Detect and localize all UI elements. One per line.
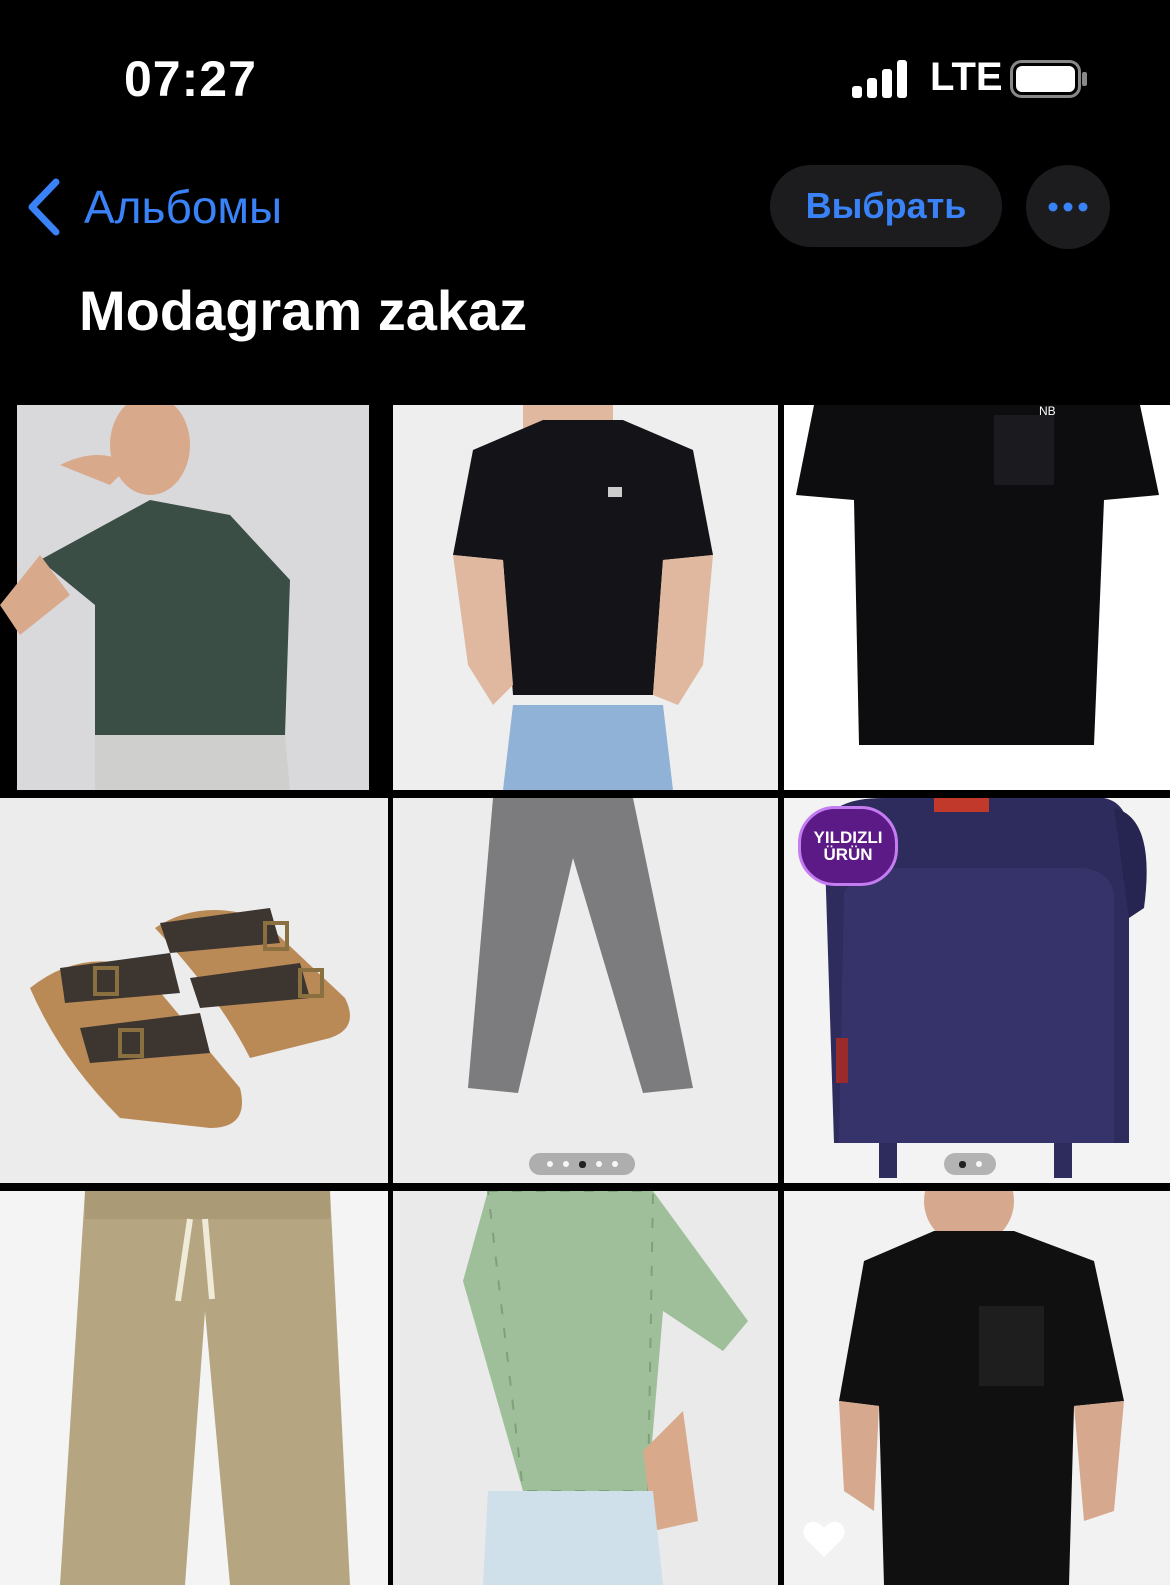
status-bar: 07:27 LTE [0, 0, 1170, 150]
network-label: LTE [930, 55, 1003, 99]
black-pocket-tshirt-photo: NB [784, 405, 1170, 790]
album-title: Modagram zakaz [79, 279, 528, 342]
status-time: 07:27 [124, 51, 257, 107]
chevron-left-icon [28, 178, 60, 236]
photo-thumbnail[interactable]: NB [784, 405, 1170, 790]
more-button[interactable] [1026, 165, 1110, 249]
page-indicator [944, 1153, 996, 1175]
badge-line-1: YILDIZLI [813, 828, 883, 847]
photo-thumbnail[interactable] [0, 798, 388, 1183]
page-indicator [529, 1153, 635, 1175]
page-dot [611, 1161, 618, 1167]
grey-trousers-photo [393, 798, 778, 1183]
sandals-photo [0, 798, 388, 1183]
select-button[interactable]: Выбрать [770, 165, 1002, 247]
page-dot [546, 1161, 553, 1167]
photo-grid: NB YILDIZLI ÜRÜN [0, 405, 1170, 1585]
more-icon [1048, 202, 1088, 212]
badge-line-2: ÜRÜN [823, 845, 873, 864]
photo-thumbnail[interactable]: YILDIZLI ÜRÜN [784, 798, 1170, 1183]
battery-icon [1010, 60, 1087, 98]
page-dot [595, 1161, 602, 1167]
photo-thumbnail[interactable] [0, 1191, 388, 1585]
photo-thumbnail[interactable] [393, 405, 778, 790]
promo-badge: YILDIZLI ÜRÜN [798, 806, 898, 886]
page-dot-active [958, 1160, 966, 1168]
green-check-shirt-photo [393, 1191, 778, 1585]
back-label: Альбомы [84, 181, 283, 233]
heart-icon[interactable] [802, 1519, 846, 1559]
back-button[interactable]: Альбомы [26, 178, 282, 236]
page-dot [975, 1161, 982, 1167]
beige-trousers-photo [0, 1191, 388, 1585]
page-dot [562, 1161, 569, 1167]
photo-thumbnail[interactable] [784, 1191, 1170, 1585]
photo-thumbnail[interactable] [393, 798, 778, 1183]
black-tshirt-model-photo [393, 405, 778, 790]
signal-icon [852, 60, 907, 98]
photo-thumbnail[interactable] [0, 405, 388, 790]
svg-text:NB: NB [1039, 405, 1056, 418]
green-polo-photo [0, 405, 388, 790]
photo-thumbnail[interactable] [393, 1191, 778, 1585]
page-dot-active [578, 1160, 586, 1168]
